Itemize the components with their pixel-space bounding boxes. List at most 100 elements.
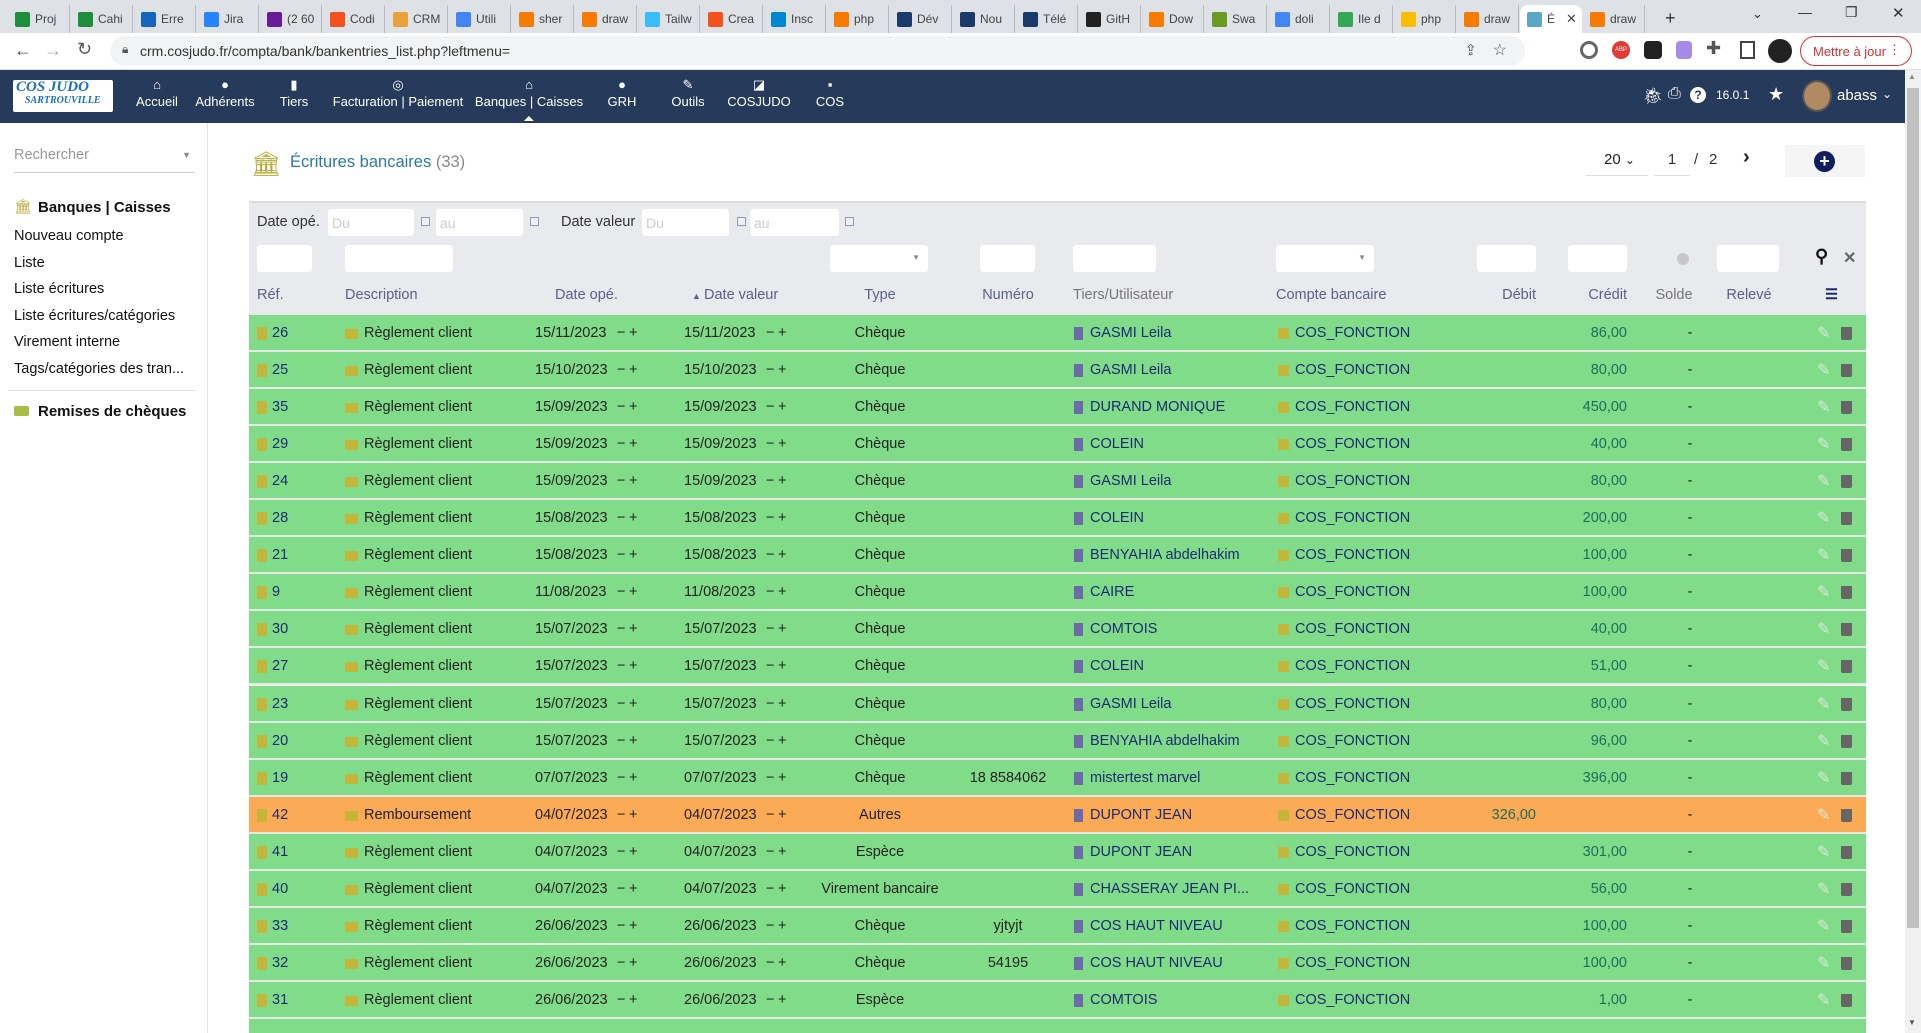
next-page-icon[interactable]: ›: [1743, 146, 1750, 169]
column-header-credit[interactable]: Crédit: [1527, 287, 1627, 303]
calendar-icon[interactable]: [530, 217, 539, 226]
edit-icon[interactable]: ✎: [1817, 582, 1830, 602]
ref-link[interactable]: 40: [272, 881, 288, 897]
user-name[interactable]: abass: [1837, 87, 1877, 104]
date-valeur-minus-button[interactable]: −: [766, 955, 774, 971]
logo[interactable]: COS JUDO SARTROUVILLE: [13, 80, 113, 112]
description-link[interactable]: Règlement client: [364, 955, 472, 971]
date-ope-minus-button[interactable]: −: [617, 325, 625, 341]
date-valeur-minus-button[interactable]: −: [766, 881, 774, 897]
nav-item-outils[interactable]: ✎ Outils: [671, 76, 704, 109]
sidebar-search-select[interactable]: Rechercher ▼: [14, 147, 195, 173]
date-ope-plus-button[interactable]: +: [629, 584, 637, 600]
bank-account-link[interactable]: COS_FONCTION: [1295, 621, 1410, 637]
edit-icon[interactable]: ✎: [1817, 953, 1830, 973]
tiers-link[interactable]: mistertest marvel: [1090, 770, 1200, 786]
edit-icon[interactable]: ✎: [1817, 619, 1830, 639]
date-valeur-minus-button[interactable]: −: [766, 696, 774, 712]
date-ope-plus-button[interactable]: +: [629, 621, 637, 637]
date-ope-plus-button[interactable]: +: [629, 473, 637, 489]
date-ope-plus-button[interactable]: +: [629, 436, 637, 452]
scroll-up-icon[interactable]: ▲: [1908, 72, 1916, 81]
description-link[interactable]: Règlement client: [364, 881, 472, 897]
scrollbar-thumb[interactable]: [1907, 88, 1919, 928]
tiers-link[interactable]: BENYAHIA abdelhakim: [1090, 547, 1240, 563]
browser-tab[interactable]: Cahi: [71, 5, 133, 33]
date-ope-minus-button[interactable]: −: [617, 584, 625, 600]
browser-tab[interactable]: draw: [1457, 5, 1519, 33]
browser-tab[interactable]: draw: [1583, 5, 1645, 33]
date-valeur-from-input[interactable]: Du: [642, 209, 729, 236]
date-ope-plus-button[interactable]: +: [629, 325, 637, 341]
date-valeur-minus-button[interactable]: −: [766, 621, 774, 637]
description-link[interactable]: Règlement client: [364, 436, 472, 452]
extension-icon[interactable]: [1644, 41, 1662, 59]
nav-item-cos[interactable]: ▪ COS: [816, 76, 844, 109]
browser-tab[interactable]: Dow: [1142, 5, 1204, 33]
delete-icon[interactable]: [1841, 919, 1852, 933]
table-row[interactable]: 30 Règlement client 15/07/2023− +15/07/2023…: [249, 611, 1866, 649]
ref-link[interactable]: 33: [272, 918, 288, 934]
browser-tab[interactable]: Jira: [197, 5, 259, 33]
table-row[interactable]: 29 Règlement client 15/09/2023− +15/09/2023…: [249, 426, 1866, 464]
edit-icon[interactable]: ✎: [1817, 656, 1830, 676]
edit-icon[interactable]: ✎: [1817, 694, 1830, 714]
date-ope-minus-button[interactable]: −: [617, 399, 625, 415]
delete-icon[interactable]: [1841, 882, 1852, 896]
page-scrollbar[interactable]: ▲ ▼: [1905, 70, 1921, 1033]
browser-tab[interactable]: Erre: [134, 5, 196, 33]
date-valeur-plus-button[interactable]: +: [778, 436, 786, 452]
date-valeur-minus-button[interactable]: −: [766, 658, 774, 674]
description-link[interactable]: Règlement client: [364, 362, 472, 378]
date-ope-plus-button[interactable]: +: [629, 362, 637, 378]
browser-tab[interactable]: Crea: [701, 5, 763, 33]
date-ope-plus-button[interactable]: +: [629, 770, 637, 786]
date-ope-plus-button[interactable]: +: [629, 807, 637, 823]
description-link[interactable]: Règlement client: [364, 770, 472, 786]
date-ope-minus-button[interactable]: −: [617, 510, 625, 526]
tiers-link[interactable]: COMTOIS: [1090, 992, 1157, 1008]
date-valeur-plus-button[interactable]: +: [778, 696, 786, 712]
delete-icon[interactable]: [1841, 549, 1852, 563]
edit-icon[interactable]: ✎: [1817, 768, 1830, 788]
sidebar-item[interactable]: Liste: [14, 255, 45, 271]
tiers-link[interactable]: CHASSERAY JEAN PI...: [1090, 881, 1249, 897]
restore-button[interactable]: ❐: [1845, 4, 1858, 21]
column-header-date-valeur[interactable]: Date valeur: [704, 287, 778, 303]
date-valeur-plus-button[interactable]: +: [778, 325, 786, 341]
edit-icon[interactable]: ✎: [1817, 508, 1830, 528]
column-header-debit[interactable]: Débit: [1436, 287, 1536, 303]
date-valeur-plus-button[interactable]: +: [778, 955, 786, 971]
url-field[interactable]: 🔒︎ crm.cosjudo.fr/compta/bank/bankentrie…: [110, 36, 1525, 66]
date-valeur-plus-button[interactable]: +: [778, 992, 786, 1008]
date-ope-from-input[interactable]: Du: [328, 209, 414, 236]
browser-tab[interactable]: É ✕: [1520, 5, 1582, 33]
description-link[interactable]: Règlement client: [364, 621, 472, 637]
page-number-input[interactable]: 1: [1654, 148, 1690, 176]
date-ope-plus-button[interactable]: +: [629, 918, 637, 934]
date-valeur-plus-button[interactable]: +: [778, 510, 786, 526]
ref-link[interactable]: 9: [272, 584, 280, 600]
date-ope-minus-button[interactable]: −: [617, 918, 625, 934]
minimize-button[interactable]: —: [1798, 4, 1812, 20]
date-valeur-minus-button[interactable]: −: [766, 733, 774, 749]
delete-icon[interactable]: [1841, 364, 1852, 378]
close-window-button[interactable]: ✕: [1892, 4, 1905, 22]
table-row[interactable]: 32 Règlement client 26/06/2023− +26/06/2023…: [249, 944, 1866, 982]
tiers-link[interactable]: COLEIN: [1090, 510, 1144, 526]
date-ope-minus-button[interactable]: −: [617, 770, 625, 786]
print-icon[interactable]: ⎙: [1668, 85, 1681, 103]
tiers-filter-input[interactable]: [1073, 245, 1156, 272]
delete-icon[interactable]: [1841, 808, 1852, 822]
date-valeur-minus-button[interactable]: −: [766, 547, 774, 563]
bank-account-link[interactable]: COS_FONCTION: [1295, 696, 1410, 712]
reload-icon[interactable]: ↻: [77, 39, 92, 60]
browser-tab[interactable]: php: [827, 5, 889, 33]
edit-icon[interactable]: ✎: [1817, 471, 1830, 491]
date-ope-plus-button[interactable]: +: [629, 547, 637, 563]
column-header-account[interactable]: Compte bancaire: [1276, 287, 1386, 303]
column-header-tiers[interactable]: Tiers/Utilisateur: [1073, 287, 1173, 303]
bank-account-link[interactable]: COS_FONCTION: [1295, 844, 1410, 860]
sidebar-section-banques[interactable]: Banques | Caisses: [38, 199, 171, 216]
update-chrome-button[interactable]: Mettre à jour ⋮: [1800, 36, 1912, 66]
